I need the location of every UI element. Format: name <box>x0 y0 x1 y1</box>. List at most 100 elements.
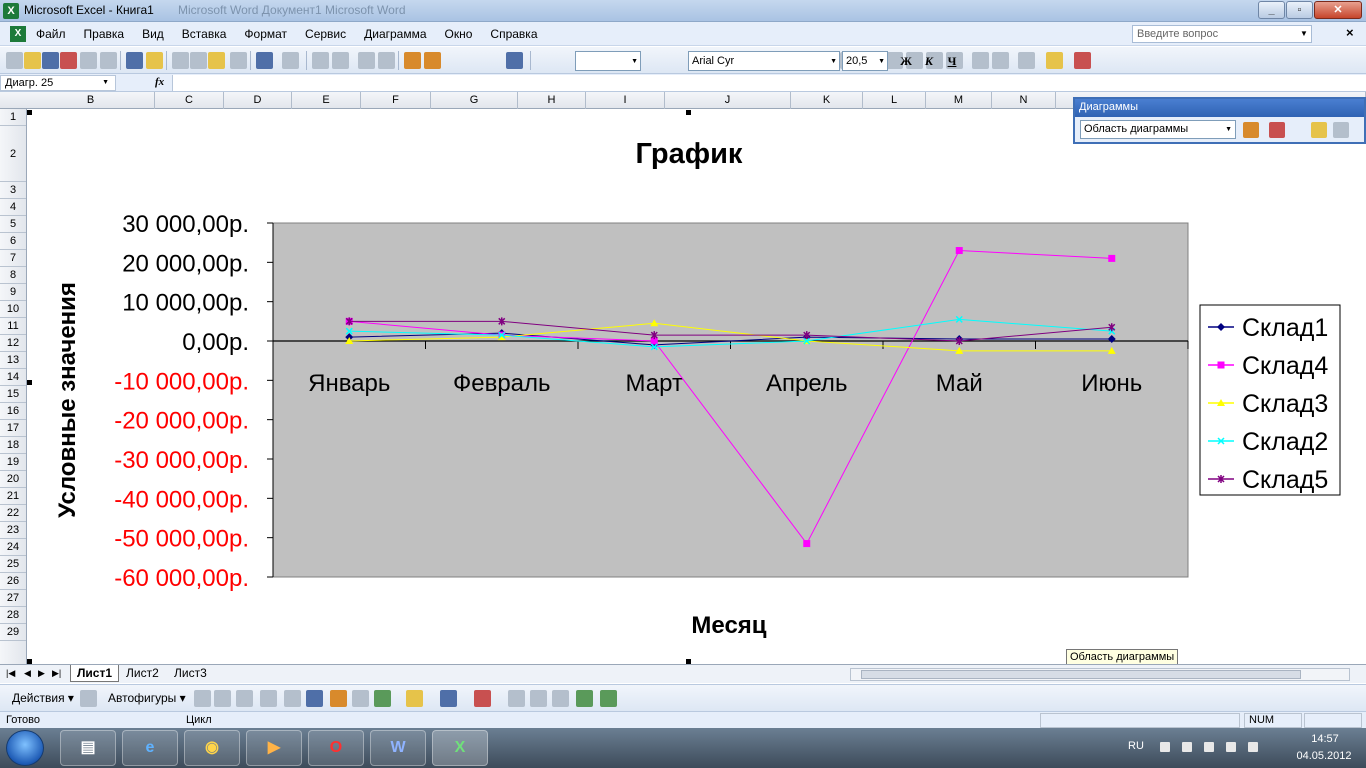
chart-type-icon[interactable] <box>1269 122 1285 138</box>
menu-item[interactable]: Правка <box>84 27 132 41</box>
resize-handle[interactable] <box>686 110 691 115</box>
menu-item[interactable]: Справка <box>490 27 544 41</box>
next-sheet-icon[interactable]: ▶ <box>38 668 45 679</box>
row-header[interactable]: 24 <box>0 539 26 556</box>
volume-icon[interactable] <box>1248 742 1258 752</box>
maximize-button[interactable]: ▫ <box>1286 1 1313 19</box>
font-color-icon[interactable] <box>1074 52 1091 69</box>
row-header[interactable]: 14 <box>0 369 26 386</box>
menu-item[interactable]: Формат <box>244 27 294 41</box>
column-header[interactable]: I <box>586 92 665 109</box>
row-header[interactable]: 28 <box>0 607 26 624</box>
sheet-tab-2[interactable]: Лист2 <box>120 665 165 682</box>
row-header[interactable]: 27 <box>0 590 26 607</box>
first-sheet-icon[interactable]: |◀ <box>6 668 15 679</box>
print-preview-icon[interactable] <box>100 52 117 69</box>
row-header[interactable]: 5 <box>0 216 26 233</box>
copy-icon[interactable] <box>190 52 207 69</box>
increase-indent-icon[interactable] <box>992 52 1009 69</box>
row-header[interactable]: 11 <box>0 318 26 335</box>
open-folder-icon[interactable] <box>24 52 41 69</box>
select-objects-icon[interactable] <box>80 690 97 707</box>
chrome-task[interactable]: ◉ <box>184 730 240 766</box>
font-name-select[interactable]: Arial Cyr ▼ <box>688 51 840 71</box>
sheet-tab-3[interactable]: Лист3 <box>168 665 213 682</box>
new-document-icon[interactable] <box>6 52 23 69</box>
column-header[interactable]: F <box>361 92 431 109</box>
borders-icon[interactable] <box>1018 52 1035 69</box>
show-hidden-icons-icon[interactable] <box>1160 742 1170 752</box>
menu-item[interactable]: Окно <box>445 27 480 41</box>
wordart-icon[interactable] <box>306 690 323 707</box>
column-header[interactable]: J <box>665 92 791 109</box>
excel-task[interactable]: X <box>432 730 488 766</box>
rectangle-icon[interactable] <box>236 690 253 707</box>
sort-ascending-icon[interactable] <box>358 52 375 69</box>
hyperlink-icon[interactable] <box>312 52 329 69</box>
column-header[interactable]: K <box>791 92 863 109</box>
prev-sheet-icon[interactable]: ◀ <box>24 668 31 679</box>
shadow-style-icon[interactable] <box>576 690 593 707</box>
close-workbook-icon[interactable]: × <box>1346 25 1354 40</box>
underline-button[interactable]: Ч <box>943 52 961 70</box>
print-icon[interactable] <box>80 52 97 69</box>
cut-icon[interactable] <box>172 52 189 69</box>
sort-descending-icon[interactable] <box>378 52 395 69</box>
resize-handle[interactable] <box>27 110 32 115</box>
insert-function-icon[interactable]: fx <box>155 76 164 88</box>
column-header[interactable]: L <box>863 92 926 109</box>
data-table-icon[interactable] <box>1333 122 1349 138</box>
row-header[interactable]: 1 <box>0 109 26 126</box>
line-icon[interactable] <box>194 690 211 707</box>
menu-item[interactable]: Файл <box>36 27 73 41</box>
row-header[interactable]: 10 <box>0 301 26 318</box>
spelling-icon[interactable] <box>126 52 143 69</box>
formula-input[interactable] <box>172 75 1366 91</box>
line-style-icon[interactable] <box>508 690 525 707</box>
column-header[interactable]: D <box>224 92 292 109</box>
language-indicator[interactable]: RU <box>1128 740 1144 752</box>
3d-style-icon[interactable] <box>600 690 617 707</box>
explorer-task[interactable]: ▤ <box>60 730 116 766</box>
decrease-indent-icon[interactable] <box>972 52 989 69</box>
arrow-style-icon[interactable] <box>552 690 569 707</box>
autoshapes-menu[interactable]: Автофигуры ▾ <box>108 691 186 705</box>
column-header[interactable]: N <box>992 92 1056 109</box>
media-player-task[interactable]: ▶ <box>246 730 302 766</box>
close-button[interactable]: ✕ <box>1314 1 1362 19</box>
flag-icon[interactable] <box>1182 742 1192 752</box>
row-header[interactable]: 29 <box>0 624 26 641</box>
chart-area[interactable]: График Месяц Условные значения 30 000,00р. 2… <box>29 110 1358 662</box>
actions-menu[interactable]: Действия ▾ <box>12 691 74 705</box>
row-header[interactable]: 17 <box>0 420 26 437</box>
redo-icon[interactable] <box>282 52 299 69</box>
ie-task[interactable]: e <box>122 730 178 766</box>
permission-icon[interactable] <box>60 52 77 69</box>
workbook-icon[interactable]: X <box>10 26 26 42</box>
column-header[interactable]: C <box>155 92 224 109</box>
power-icon[interactable] <box>1204 742 1214 752</box>
scrollbar-thumb[interactable] <box>861 670 1301 679</box>
column-header[interactable]: B <box>27 92 155 109</box>
paste-icon[interactable] <box>208 52 225 69</box>
insert-picture-icon[interactable] <box>374 690 391 707</box>
legend-icon[interactable] <box>1311 122 1327 138</box>
fill-color-icon[interactable] <box>406 690 423 707</box>
menu-item[interactable]: Вид <box>142 27 171 41</box>
fill-color-icon[interactable] <box>1046 52 1063 69</box>
word-task[interactable]: W <box>370 730 426 766</box>
opera-task[interactable]: O <box>308 730 364 766</box>
undo-icon[interactable] <box>256 52 273 69</box>
row-header[interactable]: 3 <box>0 182 26 199</box>
menu-item[interactable]: Вставка <box>182 27 234 41</box>
sheet-tab-1[interactable]: Лист1 <box>70 665 120 682</box>
dash-style-icon[interactable] <box>530 690 547 707</box>
save-icon[interactable] <box>42 52 59 69</box>
excel-app-icon[interactable]: X <box>3 3 19 19</box>
bold-button[interactable]: Ж <box>897 52 915 70</box>
help-icon[interactable] <box>506 52 523 69</box>
chevron-down-icon[interactable]: ▼ <box>1300 29 1308 38</box>
start-button[interactable] <box>6 730 44 766</box>
format-painter-icon[interactable] <box>230 52 247 69</box>
diagram-icon[interactable] <box>330 690 347 707</box>
